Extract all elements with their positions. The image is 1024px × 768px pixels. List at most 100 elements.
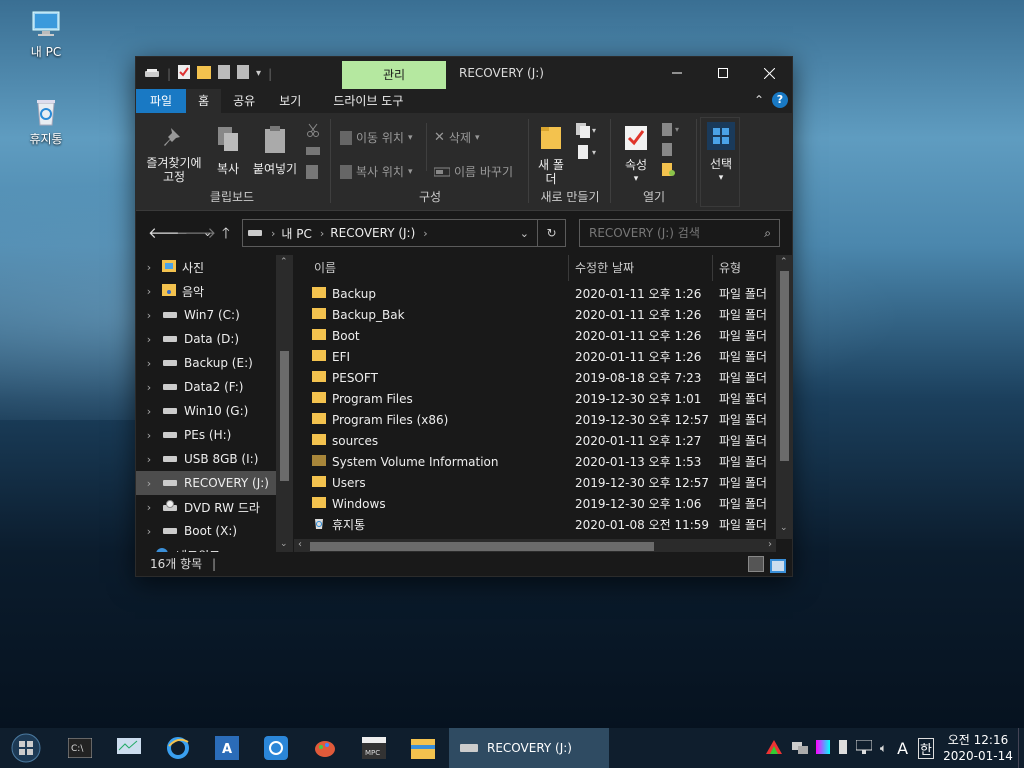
nav-item-backup[interactable]: › Backup (E:) [136, 351, 276, 375]
nav-item-win10[interactable]: › Win10 (G:) [136, 399, 276, 423]
recent-locations-button[interactable]: ⌄ [203, 226, 212, 239]
chevron-right-icon[interactable]: › [136, 405, 162, 418]
command-prompt-icon[interactable]: C:\ [64, 732, 96, 764]
scroll-thumb[interactable] [280, 351, 289, 481]
search-input[interactable]: RECOVERY (J:) 검색 ⌕ [579, 219, 780, 247]
document2-quick-icon[interactable] [237, 65, 250, 82]
tab-drive-tools[interactable]: 드라이브 도구 [321, 89, 415, 113]
scroll-left-icon[interactable]: ‹ [298, 539, 302, 550]
move-to-button[interactable]: 이동 위치 ▾ [340, 129, 413, 146]
rename-button[interactable]: 이름 바꾸기 [434, 163, 513, 180]
paint-icon[interactable] [309, 732, 341, 764]
file-row[interactable]: PESOFT 2019-08-18 오후 7:23 파일 폴더 [294, 367, 777, 388]
new-item-icon[interactable]: ▾ [576, 123, 598, 142]
nav-item-dvd[interactable]: › DVD RW 드라 [136, 495, 276, 519]
nav-item-boot[interactable]: › Boot (X:) [136, 519, 276, 543]
file-row[interactable]: Users 2019-12-30 오후 12:57 파일 폴더 [294, 472, 777, 493]
network-drive-icon[interactable] [791, 740, 808, 757]
scroll-down-icon[interactable]: ⌄ [780, 523, 788, 533]
system-monitor-icon[interactable] [113, 732, 145, 764]
chevron-right-icon[interactable]: › [136, 261, 162, 274]
details-view-button[interactable] [748, 556, 764, 572]
nav-item-pes[interactable]: › PEs (H:) [136, 423, 276, 447]
breadcrumb-recovery[interactable]: RECOVERY (J:) [330, 226, 415, 240]
scroll-thumb[interactable] [780, 271, 789, 461]
show-desktop-button[interactable] [1018, 728, 1024, 768]
paste-button[interactable]: 붙여넣기 [250, 125, 300, 176]
column-header-date[interactable]: 수정한 날짜 [569, 255, 713, 281]
scroll-right-icon[interactable]: › [768, 539, 772, 550]
close-button[interactable] [746, 57, 792, 89]
file-row[interactable]: EFI 2020-01-11 오후 1:26 파일 폴더 [294, 346, 777, 367]
file-row[interactable]: Backup_Bak 2020-01-11 오후 1:26 파일 폴더 [294, 304, 777, 325]
new-folder-button[interactable]: 새 폴더 [536, 125, 566, 186]
delete-button[interactable]: ✕ 삭제 ▾ [434, 129, 480, 146]
scroll-thumb[interactable] [310, 542, 654, 551]
copy-path-icon[interactable] [306, 145, 320, 160]
tab-share[interactable]: 공유 [221, 89, 267, 113]
tab-file[interactable]: 파일 [136, 89, 187, 113]
file-row[interactable]: 휴지통 2020-01-08 오전 11:59 파일 폴더 [294, 514, 777, 535]
up-button[interactable]: 🡑 [222, 223, 230, 248]
minimize-button[interactable] [654, 57, 700, 89]
document-quick-icon[interactable] [218, 65, 231, 82]
app-a-icon[interactable]: A [211, 732, 243, 764]
language-indicator[interactable]: 한 [918, 737, 934, 759]
edit-icon[interactable] [662, 143, 674, 160]
network-icon[interactable] [855, 739, 873, 757]
address-bar[interactable]: › 내 PC › RECOVERY (J:) › ⌄ ↻ [242, 219, 566, 247]
properties-quick-icon[interactable] [178, 65, 191, 82]
app-tray-icon[interactable] [765, 739, 782, 757]
file-row[interactable]: Windows 2019-12-30 오후 1:06 파일 폴더 [294, 493, 777, 514]
media-player-icon[interactable]: MPC [358, 732, 390, 764]
copy-to-button[interactable]: 복사 위치 ▾ [340, 163, 413, 180]
chevron-right-icon[interactable]: › [136, 429, 162, 442]
nav-item-usb[interactable]: › USB 8GB (I:) [136, 447, 276, 471]
desktop-icon-my-pc[interactable]: 내 PC [16, 8, 76, 60]
pin-to-quick-access-button[interactable]: 즐겨찾기에 고정 [142, 125, 206, 184]
nav-item-data[interactable]: › Data (D:) [136, 327, 276, 351]
internet-explorer-icon[interactable] [162, 732, 194, 764]
scroll-down-icon[interactable]: ⌄ [280, 539, 288, 549]
file-row[interactable]: Program Files (x86) 2019-12-30 오후 12:57 파일… [294, 409, 777, 430]
nav-item-win7[interactable]: › Win7 (C:) [136, 303, 276, 327]
open-icon[interactable]: ▾ [662, 123, 682, 140]
large-icons-view-button[interactable] [770, 557, 786, 581]
history-icon[interactable] [662, 163, 676, 180]
scroll-up-icon[interactable]: ⌃ [280, 257, 288, 267]
chevron-right-icon[interactable]: › [136, 525, 162, 538]
chevron-up-icon[interactable]: ⌃ [754, 93, 764, 107]
file-row[interactable]: Boot 2020-01-11 오후 1:26 파일 폴더 [294, 325, 777, 346]
file-row[interactable]: Backup 2020-01-11 오후 1:26 파일 폴더 [294, 283, 777, 304]
chevron-right-icon[interactable]: › [136, 381, 162, 394]
cut-icon[interactable] [306, 123, 320, 140]
refresh-icon[interactable]: ↻ [537, 220, 565, 246]
maximize-button[interactable] [700, 57, 746, 89]
desktop-icon-recycle-bin[interactable]: 휴지통 [16, 95, 76, 147]
easy-access-icon[interactable]: ▾ [576, 145, 598, 164]
volume-icon[interactable]: 🔈︎ [880, 741, 887, 756]
help-icon[interactable]: ? [772, 92, 788, 108]
color-tool-icon[interactable] [815, 739, 830, 757]
nav-item-data2[interactable]: › Data2 (F:) [136, 375, 276, 399]
chevron-right-icon[interactable]: › [136, 309, 162, 322]
copy-button[interactable]: 복사 [210, 125, 246, 176]
chevron-right-icon[interactable]: › [136, 453, 162, 466]
sync-icon[interactable] [260, 732, 292, 764]
file-row[interactable]: sources 2020-01-11 오후 1:27 파일 폴더 [294, 430, 777, 451]
nav-scrollbar[interactable]: ⌃ ⌄ [276, 255, 293, 555]
title-bar[interactable]: | ▾ | 관리 RECOVERY (J:) [136, 57, 792, 89]
taskbar-window-recovery[interactable]: RECOVERY (J:) [449, 728, 609, 768]
chevron-right-icon[interactable]: › [136, 357, 162, 370]
nav-item-music[interactable]: › 음악 [136, 279, 276, 303]
paste-shortcut-icon[interactable] [306, 165, 318, 182]
ime-mode-indicator[interactable]: A [897, 739, 908, 758]
start-button[interactable] [10, 732, 42, 764]
scroll-up-icon[interactable]: ⌃ [780, 257, 788, 267]
chevron-down-icon[interactable]: ⌄ [520, 227, 529, 240]
breadcrumb-my-pc[interactable]: 내 PC [281, 225, 311, 242]
nav-item-pictures[interactable]: › 사진 [136, 255, 276, 279]
chevron-right-icon[interactable]: › [136, 333, 162, 346]
chevron-right-icon[interactable]: › [136, 501, 162, 514]
file-explorer-icon[interactable] [407, 732, 439, 764]
